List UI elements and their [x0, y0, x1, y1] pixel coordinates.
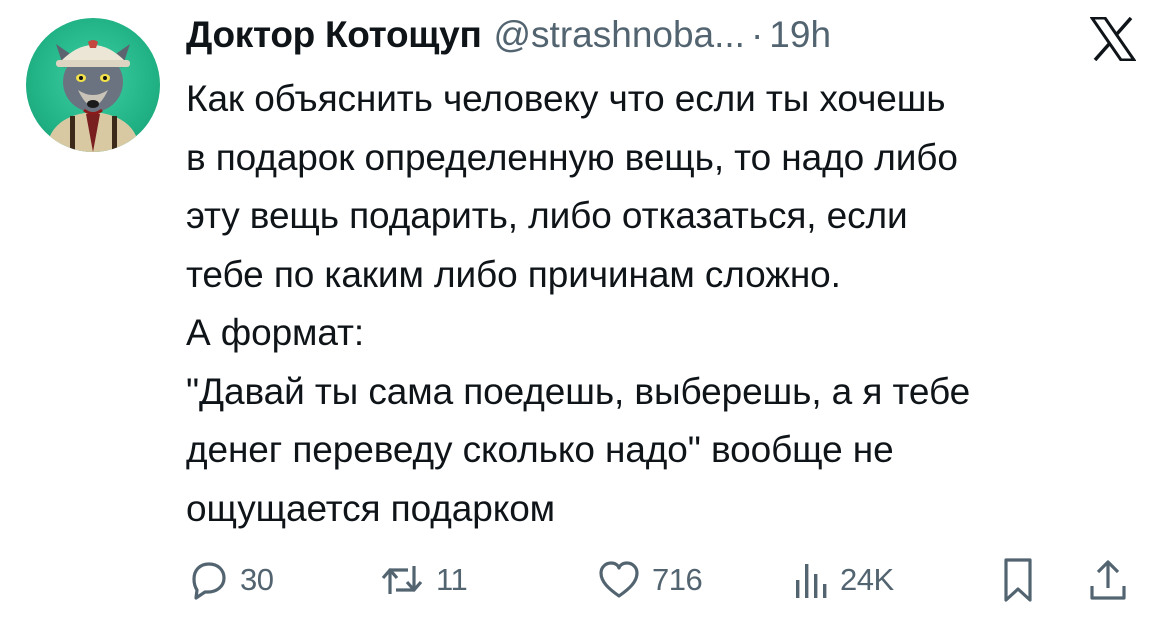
tweet-text-line: в подарок определенную вещь, то надо либ…	[186, 136, 958, 178]
tweet-text-line: тебе по каким либо причинам сложно.	[186, 253, 841, 295]
reply-count: 30	[240, 562, 274, 597]
author-display-name[interactable]: Доктор Котощуп	[186, 14, 482, 56]
bookmark-icon	[1004, 558, 1032, 602]
bookmark-button[interactable]	[998, 555, 1038, 605]
share-icon	[1090, 560, 1126, 600]
tweet-actions: 30 11 716 24K	[186, 555, 1136, 605]
like-count: 716	[652, 562, 703, 597]
avatar[interactable]	[26, 18, 160, 152]
author-handle[interactable]: @strashnoba...	[494, 14, 745, 56]
views-count: 24K	[840, 562, 894, 597]
retweet-count: 11	[436, 562, 468, 597]
share-button[interactable]	[1086, 555, 1130, 605]
heart-icon	[599, 561, 639, 598]
wolf-avatar-icon	[46, 40, 140, 152]
tweet-header: Доктор Котощуп @strashnoba... · 19h	[186, 14, 831, 64]
x-logo-icon[interactable]	[1089, 16, 1137, 62]
tweet: Доктор Котощуп @strashnoba... · 19h Как …	[0, 0, 1170, 632]
tweet-text-line: эту вещь подарить, либо отказаться, если	[186, 195, 908, 236]
views-button[interactable]: 24K	[790, 555, 894, 605]
tweet-text-line: денег переведу сколько надо" вообще не	[186, 429, 894, 470]
reply-icon	[192, 562, 226, 600]
views-icon	[796, 564, 827, 598]
tweet-text-line: Как объяснить человеку что если ты хочеш…	[186, 78, 946, 119]
header-separator: ·	[750, 14, 764, 55]
retweet-icon	[381, 566, 423, 594]
retweet-button[interactable]: 11	[378, 555, 468, 605]
like-button[interactable]: 716	[596, 555, 703, 605]
tweet-text-line: А формат:	[186, 312, 365, 353]
tweet-text-line: "Давай ты сама поедешь, выберешь, а я те…	[186, 370, 971, 412]
tweet-text: Как объяснить человеку что если ты хочеш…	[186, 70, 1156, 538]
tweet-timestamp[interactable]: 19h	[769, 14, 831, 56]
tweet-text-line: ощущается подарком	[186, 487, 556, 529]
reply-button[interactable]: 30	[186, 555, 274, 605]
